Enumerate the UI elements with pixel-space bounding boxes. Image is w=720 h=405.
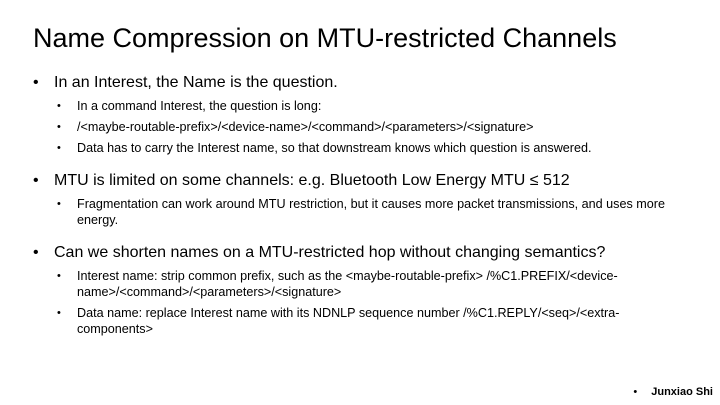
bullet-2-text: MTU is limited on some channels: e.g. Bl… [54, 172, 570, 189]
bullet-1-sub-3: • Data has to carry the Interest name, s… [33, 140, 693, 156]
slide: Name Compression on MTU-restricted Chann… [0, 0, 720, 405]
bullet-1-sub-3-text: Data has to carry the Interest name, so … [77, 141, 592, 155]
bullet-marker: • [33, 244, 39, 261]
author-name: Junxiao Shi [651, 386, 713, 398]
bullet-3-sub-1-text: Interest name: strip common prefix, such… [77, 269, 618, 299]
footer-bullet: • [633, 386, 638, 398]
slide-footer: • Junxiao Shi [633, 385, 713, 399]
sub-bullet-marker: • [57, 198, 61, 210]
sub-bullet-marker: • [57, 307, 61, 319]
bullet-1-sub-1: • In a command Interest, the question is… [33, 98, 693, 114]
sub-bullet-marker: • [57, 142, 61, 154]
bullet-3-text: Can we shorten names on a MTU-restricted… [54, 244, 606, 261]
bullet-2-sub-1: • Fragmentation can work around MTU rest… [33, 196, 693, 228]
slide-title: Name Compression on MTU-restricted Chann… [33, 23, 617, 53]
bullet-1-sub-1-text: In a command Interest, the question is l… [77, 99, 322, 113]
slide-body: • In an Interest, the Name is the questi… [33, 73, 693, 337]
bullet-3-sub-1: • Interest name: strip common prefix, su… [33, 268, 693, 300]
bullet-1: • In an Interest, the Name is the questi… [33, 73, 693, 93]
bullet-marker: • [33, 74, 39, 91]
bullet-2-sub-1-text: Fragmentation can work around MTU restri… [77, 197, 665, 227]
bullet-2: • MTU is limited on some channels: e.g. … [33, 171, 693, 191]
bullet-3-sub-2: • Data name: replace Interest name with … [33, 305, 693, 337]
sub-bullet-marker: • [57, 100, 61, 112]
bullet-3-sub-2-text: Data name: replace Interest name with it… [77, 306, 620, 336]
sub-bullet-marker: • [57, 121, 61, 133]
sub-bullet-marker: • [57, 270, 61, 282]
bullet-3: • Can we shorten names on a MTU-restrict… [33, 243, 693, 263]
bullet-marker: • [33, 172, 39, 189]
bullet-1-sub-2-text: /<maybe-routable-prefix>/<device-name>/<… [77, 120, 534, 134]
bullet-1-text: In an Interest, the Name is the question… [54, 74, 338, 91]
bullet-1-sub-2: • /<maybe-routable-prefix>/<device-name>… [33, 119, 693, 135]
